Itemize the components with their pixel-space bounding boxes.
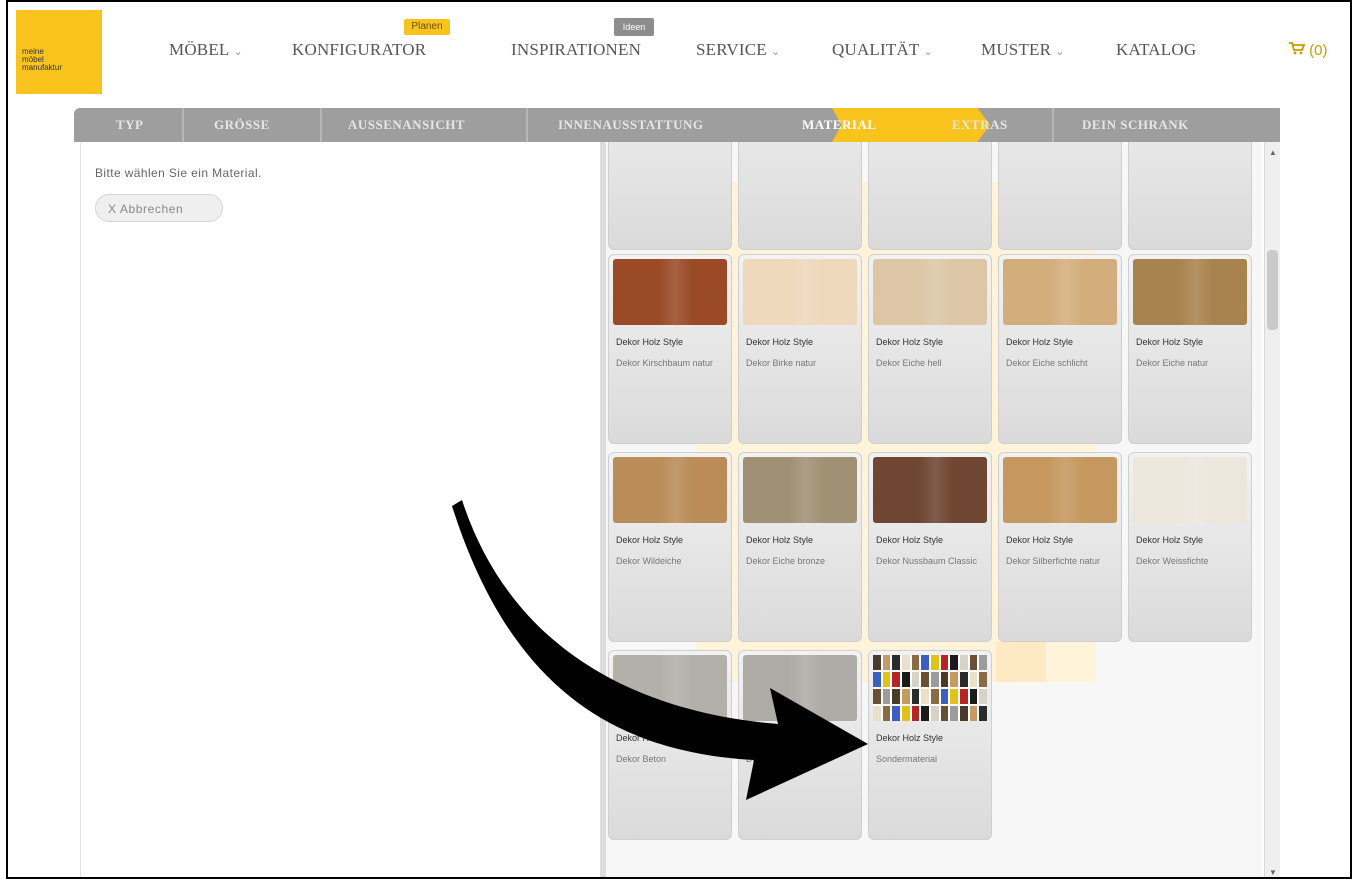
- material-card[interactable]: Dekor Holz StyleDekor Ahorn natur: [868, 142, 992, 250]
- material-description: Dekor Kirschbaum natur: [616, 358, 714, 368]
- chevron-down-icon: ⌄: [770, 46, 781, 58]
- material-swatch: [1003, 457, 1117, 523]
- step-innenausstattung[interactable]: INNENAUSSTATTUNG: [558, 108, 704, 142]
- chevron-down-icon: ⌄: [233, 46, 243, 58]
- nav-item-muster[interactable]: MUSTER ⌄: [981, 40, 1065, 60]
- selection-glow: [996, 642, 1046, 682]
- nav-item-qualitaet[interactable]: QUALITÄT ⌄: [832, 40, 933, 60]
- material-card[interactable]: Dekor Holz Style Dekor Birke natur: [738, 254, 862, 444]
- nav-label: MÖBEL: [169, 40, 230, 59]
- shopping-cart-icon: [1289, 42, 1306, 59]
- nav-label: KATALOG: [1116, 40, 1197, 59]
- step-material[interactable]: MATERIAL: [802, 108, 877, 142]
- step-groesse[interactable]: GRÖSSE: [214, 108, 270, 142]
- material-prompt: Bitte wählen Sie ein Material.: [95, 166, 262, 180]
- step-divider: [1052, 108, 1054, 142]
- material-description: Dekor Eiche schlicht: [1006, 358, 1088, 368]
- material-card[interactable]: Dekor Holz Style Dekor Weissfichte: [1128, 452, 1252, 642]
- material-swatch: [613, 259, 727, 325]
- material-swatch: [1133, 457, 1247, 523]
- material-card[interactable]: LackplatteLackplatte Schwarz hochglanz (…: [738, 142, 862, 250]
- material-card[interactable]: Dekor Holz Style Dekor Kirschbaum natur: [608, 254, 732, 444]
- nav-item-service[interactable]: SERVICE ⌄: [696, 40, 780, 60]
- material-title: Dekor Holz Style: [746, 337, 814, 347]
- material-card[interactable]: Dekor Holz Style Dekor Eiche hell: [868, 254, 992, 444]
- cancel-button[interactable]: X Abbrechen: [95, 194, 223, 222]
- cart-count: (0): [1309, 42, 1328, 59]
- material-description: Dekor Silberfichte natur: [1006, 556, 1101, 566]
- logo[interactable]: meine möbel manufaktur: [16, 10, 102, 94]
- material-description: Dekor Weissfichte: [1136, 556, 1209, 566]
- step-divider: [526, 108, 528, 142]
- material-description: Dekor Nussbaum Classic: [876, 556, 978, 566]
- step-extras[interactable]: EXTRAS: [952, 108, 1008, 142]
- scroll-down-icon[interactable]: ▼: [1269, 868, 1277, 877]
- material-card[interactable]: Dekor Holz Style Dekor Eiche schlicht: [998, 254, 1122, 444]
- material-swatch: [873, 457, 987, 523]
- material-card[interactable]: Dekor Holz StyleDekor Buche natur: [998, 142, 1122, 250]
- nav-item-inspirationen[interactable]: INSPIRATIONEN: [511, 40, 641, 60]
- chevron-down-icon: ⌄: [1055, 46, 1065, 58]
- nav-label: INSPIRATIONEN: [511, 40, 642, 59]
- nav-item-konfigurator[interactable]: KONFIGURATOR: [292, 40, 426, 60]
- step-divider: [182, 108, 184, 142]
- scroll-thumb[interactable]: [1267, 250, 1278, 330]
- material-title: Dekor Holz Style: [1006, 337, 1074, 347]
- material-swatch: [1133, 259, 1247, 325]
- annotation-arrow-icon: [452, 500, 868, 800]
- nav-badge-planen: Planen: [404, 19, 450, 35]
- step-dein-schrank[interactable]: DEIN SCHRANK: [1082, 108, 1189, 142]
- material-card[interactable]: Dekor Holz StyleDekor Wildeiche: [1128, 142, 1252, 250]
- screenshot-frame: meine möbel manufaktur MÖBEL ⌄ KONFIGURAT…: [6, 0, 1352, 879]
- configurator-steps: TYP GRÖSSE AUSSENANSICHT INNENAUSSTATTUN…: [74, 108, 1284, 142]
- material-description: Dekor Eiche natur: [1136, 358, 1209, 368]
- nav-badge-ideen: Ideen: [614, 18, 654, 36]
- nav-label: SERVICE: [696, 40, 767, 59]
- material-title: Dekor Holz Style: [1006, 535, 1074, 545]
- material-swatch: [743, 259, 857, 325]
- chevron-down-icon: ⌄: [923, 46, 933, 58]
- material-swatch: [873, 259, 987, 325]
- step-aussenansicht[interactable]: AUSSENANSICHT: [348, 108, 465, 142]
- material-card[interactable]: LackplatteLackplatte Weiss hochglanz (nu…: [608, 142, 732, 250]
- material-description: Dekor Birke natur: [746, 358, 817, 368]
- scroll-up-icon[interactable]: ▲: [1269, 148, 1277, 157]
- nav-item-moebel[interactable]: MÖBEL ⌄: [169, 40, 243, 60]
- nav-item-katalog[interactable]: KATALOG: [1116, 40, 1196, 60]
- step-divider: [320, 108, 322, 142]
- material-description: Dekor Eiche hell: [876, 358, 942, 368]
- material-description: Sondermaterial: [876, 754, 938, 764]
- nav-label: KONFIGURATOR: [292, 40, 427, 59]
- nav-label: QUALITÄT: [832, 40, 920, 59]
- material-title: Dekor Holz Style: [876, 337, 944, 347]
- nav-label: MUSTER: [981, 40, 1052, 59]
- right-margin: [1280, 108, 1350, 877]
- logo-text: meine möbel manufaktur: [22, 48, 62, 72]
- material-title: Dekor Holz Style: [1136, 337, 1204, 347]
- logo-line: manufaktur: [22, 63, 63, 72]
- material-swatch: [873, 655, 987, 721]
- material-title: Dekor Holz Style: [616, 337, 684, 347]
- material-title: Dekor Holz Style: [1136, 535, 1204, 545]
- step-typ[interactable]: TYP: [116, 108, 144, 142]
- cart-button[interactable]: (0): [1289, 42, 1328, 59]
- material-swatch: [1003, 259, 1117, 325]
- scrollbar[interactable]: ▲ ▼: [1264, 142, 1281, 877]
- material-card[interactable]: Dekor Holz Style Dekor Eiche natur: [1128, 254, 1252, 444]
- material-card[interactable]: Dekor Holz Style Dekor Silberfichte natur: [998, 452, 1122, 642]
